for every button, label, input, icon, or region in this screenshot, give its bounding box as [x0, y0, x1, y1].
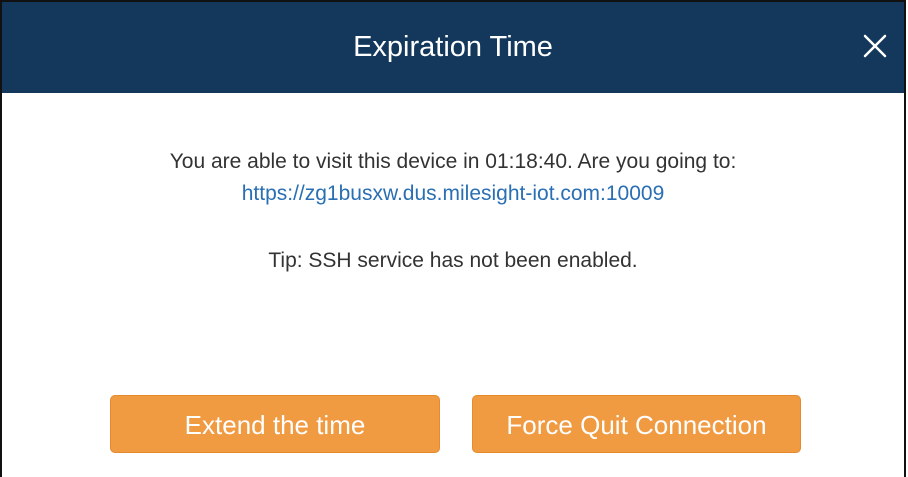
close-button[interactable] — [856, 27, 894, 65]
force-quit-button[interactable]: Force Quit Connection — [472, 395, 801, 453]
expiration-dialog: Expiration Time You are able to visit th… — [0, 0, 906, 477]
dialog-header: Expiration Time — [2, 2, 904, 93]
ssh-tip: Tip: SSH service has not been enabled. — [268, 249, 638, 272]
expiration-message: You are able to visit this device in 01:… — [169, 150, 737, 173]
device-link-row: https://zg1busxw.dus.milesight-iot.com:1… — [2, 178, 904, 210]
device-link[interactable]: https://zg1busxw.dus.milesight-iot.com:1… — [242, 182, 665, 205]
extend-time-button[interactable]: Extend the time — [110, 395, 440, 453]
dialog-title: Expiration Time — [353, 31, 553, 63]
close-icon — [863, 34, 887, 58]
